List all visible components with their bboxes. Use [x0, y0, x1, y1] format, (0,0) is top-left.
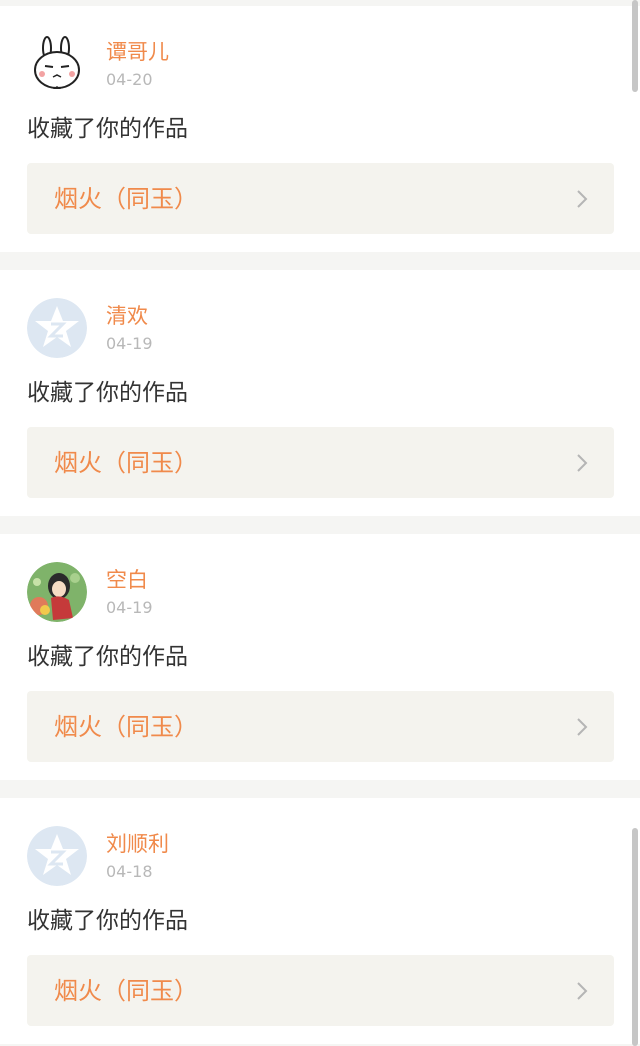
feed-card: 刘顺利 04-18 收藏了你的作品 烟火（同玉）	[0, 798, 640, 1044]
work-link-button[interactable]: 烟火（同玉）	[27, 427, 614, 498]
action-text: 收藏了你的作品	[27, 908, 188, 934]
scrollbar-thumb[interactable]	[632, 828, 638, 1046]
favorites-feed: 谭哥儿 04-20 收藏了你的作品 烟火（同玉） 清欢 04-19 收藏了你的作…	[0, 0, 640, 1046]
avatar[interactable]	[27, 298, 87, 358]
username[interactable]: 清欢	[106, 303, 148, 329]
avatar[interactable]	[27, 34, 87, 94]
timestamp: 04-19	[106, 334, 153, 353]
avatar[interactable]	[27, 826, 87, 886]
timestamp: 04-19	[106, 598, 153, 617]
chevron-right-icon	[576, 453, 588, 473]
scrollbar-thumb[interactable]	[632, 0, 638, 92]
rabbit-avatar-icon	[27, 34, 87, 94]
work-link-button[interactable]: 烟火（同玉）	[27, 955, 614, 1026]
work-title: 烟火（同玉）	[54, 449, 198, 477]
feed-card: 谭哥儿 04-20 收藏了你的作品 烟火（同玉）	[0, 6, 640, 252]
timestamp: 04-18	[106, 862, 153, 881]
work-title: 烟火（同玉）	[54, 185, 198, 213]
username[interactable]: 刘顺利	[106, 831, 169, 857]
feed-card: 空白 04-19 收藏了你的作品 烟火（同玉）	[0, 534, 640, 780]
default-avatar-icon	[27, 826, 87, 886]
action-text: 收藏了你的作品	[27, 644, 188, 670]
work-link-button[interactable]: 烟火（同玉）	[27, 163, 614, 234]
work-title: 烟火（同玉）	[54, 977, 198, 1005]
username[interactable]: 空白	[106, 567, 148, 593]
action-text: 收藏了你的作品	[27, 116, 188, 142]
username[interactable]: 谭哥儿	[106, 39, 169, 65]
work-title: 烟火（同玉）	[54, 713, 198, 741]
chevron-right-icon	[576, 981, 588, 1001]
chevron-right-icon	[576, 189, 588, 209]
default-avatar-icon	[27, 298, 87, 358]
feed-card: 清欢 04-19 收藏了你的作品 烟火（同玉）	[0, 270, 640, 516]
work-link-button[interactable]: 烟火（同玉）	[27, 691, 614, 762]
chevron-right-icon	[576, 717, 588, 737]
action-text: 收藏了你的作品	[27, 380, 188, 406]
anime-avatar-icon	[27, 562, 87, 622]
timestamp: 04-20	[106, 70, 153, 89]
avatar[interactable]	[27, 562, 87, 622]
